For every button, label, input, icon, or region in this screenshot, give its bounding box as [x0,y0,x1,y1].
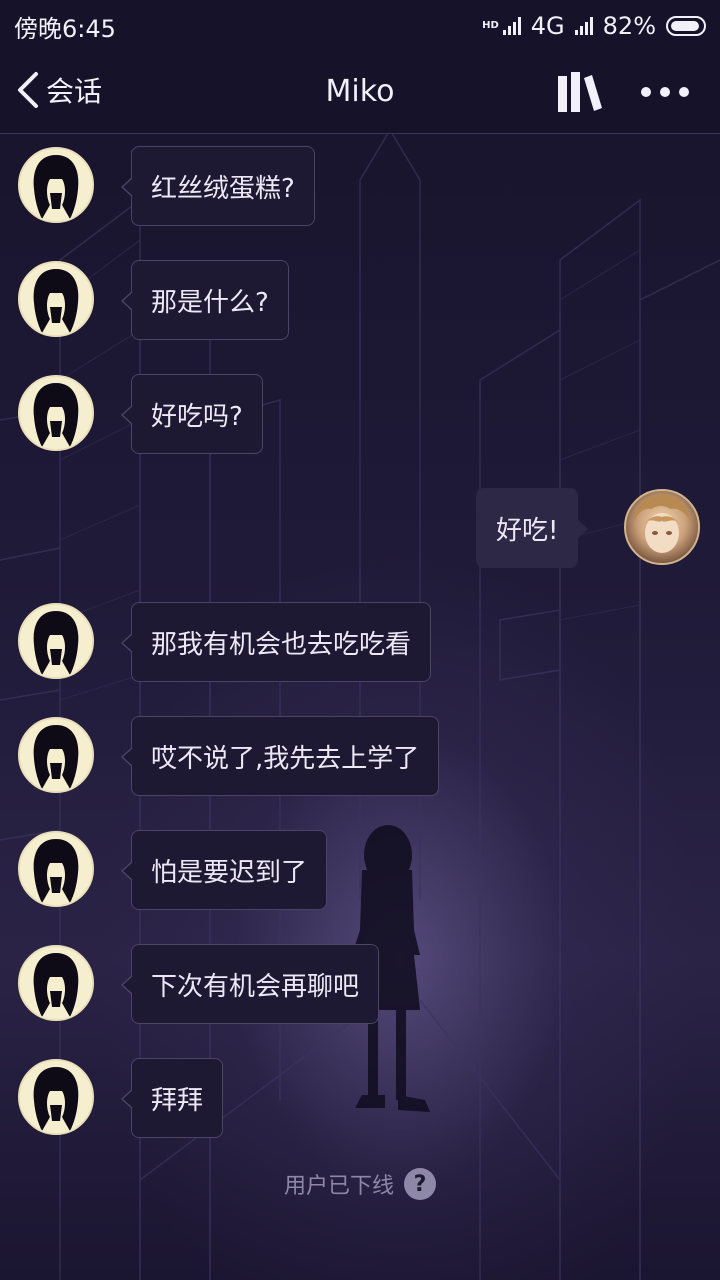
avatar-miko[interactable] [18,375,94,451]
avatar-miko[interactable] [18,603,94,679]
books-button[interactable] [556,68,604,116]
chevron-left-icon [18,72,38,108]
girl-portrait-icon [33,269,79,333]
hd-label: HD [482,20,499,31]
message-bubble[interactable]: 那我有机会也去吃吃看 [120,602,432,682]
avatar-miko[interactable] [18,831,94,907]
books-icon [558,72,602,112]
battery-icon [666,16,706,36]
message-bubble-self[interactable]: 好吃! [476,488,589,568]
girl-portrait-icon [33,953,79,1017]
more-dot [641,87,651,97]
offline-notice: 用户已下线 ? [0,1168,720,1200]
more-dot [679,87,689,97]
network-label: 4G [530,12,565,40]
message-bubble[interactable]: 怕是要迟到了 [120,830,328,910]
status-bar: 傍晚6:45 HD 4G 82% [0,0,720,52]
girl-portrait-icon [33,383,79,447]
avatar-miko[interactable] [18,147,94,223]
message-bubble[interactable]: 下次有机会再聊吧 [120,944,380,1024]
more-dot [660,87,670,97]
message-bubble[interactable]: 好吃吗? [121,374,263,454]
back-button[interactable]: 会话 [14,70,102,110]
girl-portrait-icon [33,155,79,219]
chat-screen: 傍晚6:45 HD 4G 82% 会话 Miko 红丝绒蛋糕? 那是什么? 好吃… [0,0,720,1280]
more-button[interactable] [636,68,694,116]
avatar-miko[interactable] [18,261,94,337]
signal-icon [502,17,521,35]
avatar-miko[interactable] [18,1059,94,1135]
offline-text: 用户已下线 [283,1174,394,1199]
message-bubble[interactable]: 红丝绒蛋糕? [121,146,315,226]
avatar-miko[interactable] [18,945,94,1021]
back-label: 会话 [46,75,103,108]
girl-portrait-icon [33,1067,79,1131]
status-time: 傍晚6:45 [14,14,116,43]
message-bubble[interactable]: 拜拜 [120,1058,224,1138]
girl-portrait-icon [33,611,79,675]
page-title: Miko [325,74,395,109]
status-indicators: HD 4G 82% [482,12,706,40]
avatar-miko[interactable] [18,717,94,793]
girl-portrait-icon [33,839,79,903]
message-bubble[interactable]: 那是什么? [121,260,289,340]
avatar-self[interactable] [624,489,700,565]
nav-bar: 会话 Miko [0,52,720,134]
message-bubble[interactable]: 哎不说了,我先去上学了 [120,716,440,796]
battery-percent: 82% [602,12,656,40]
anime-portrait-icon [634,495,690,553]
signal-icon-secondary [574,17,593,35]
girl-portrait-icon [33,725,79,789]
help-icon[interactable]: ? [404,1168,436,1200]
